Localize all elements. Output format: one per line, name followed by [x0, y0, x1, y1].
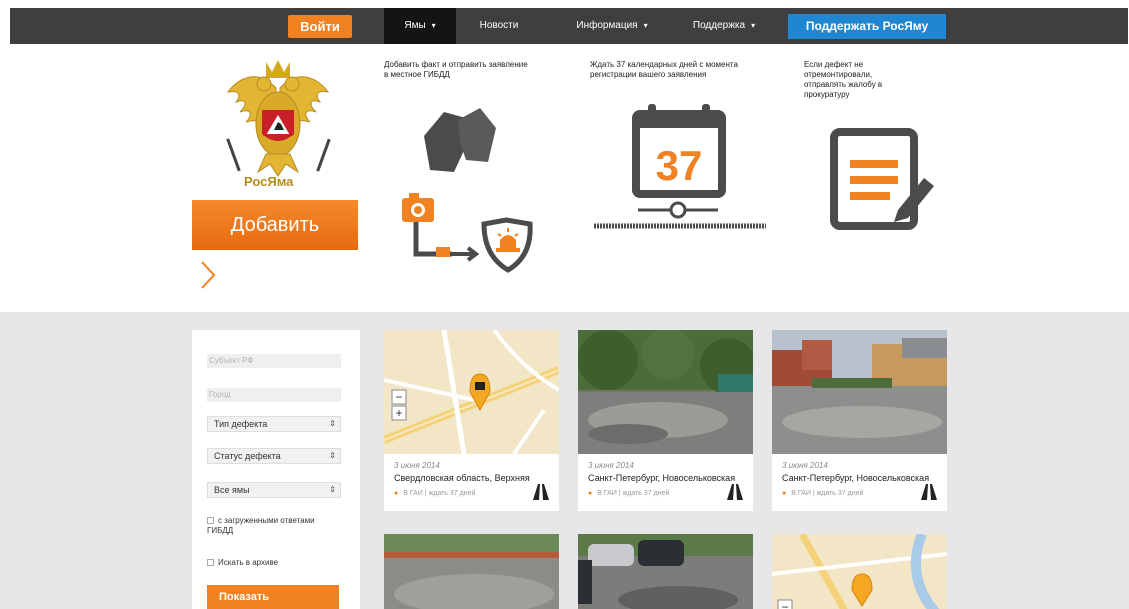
- map-thumbnail[interactable]: −: [772, 534, 947, 609]
- status-dot-icon: ●: [394, 490, 399, 497]
- defect-card[interactable]: 3 июня 2014 Санкт-Петербург, Новосельков…: [578, 330, 753, 511]
- city-input[interactable]: Город: [207, 388, 341, 402]
- chevron-down-icon: ▾: [431, 21, 436, 30]
- nav-news-label: Новости: [479, 20, 519, 31]
- nav-pits-label: Ямы: [404, 20, 426, 31]
- with-answers-label: с загруженными ответами ГИБДД: [207, 516, 315, 535]
- calendar-icon: 37: [594, 104, 766, 229]
- step-1-text: Добавить факт и отправить заявление в ме…: [384, 60, 528, 79]
- pits-label: Все ямы: [214, 485, 250, 495]
- step-2-text: Ждать 37 календарных дней с момента реги…: [590, 60, 738, 79]
- map-thumbnail[interactable]: − +: [384, 330, 559, 454]
- defect-status-select[interactable]: Статус дефекта ⇕: [207, 448, 341, 464]
- select-arrow-icon: ⇕: [329, 451, 336, 460]
- region-input[interactable]: Субъект РФ: [207, 354, 341, 368]
- status-dot-icon: ●: [588, 490, 593, 497]
- card-authority: В ГАИ: [791, 490, 811, 497]
- road-icon: [921, 484, 937, 500]
- results-area: Субъект РФ Город Тип дефекта ⇕ Статус деф…: [0, 312, 1129, 609]
- card-date: 3 июня 2014: [588, 461, 634, 470]
- card-address[interactable]: Свердловская область, Верхняя: [394, 473, 542, 483]
- card-address[interactable]: Санкт-Петербург, Новосельковская: [782, 473, 930, 483]
- document-complaint-icon: [830, 128, 934, 230]
- card-status: ждать 37 дней: [622, 490, 670, 497]
- nav-support[interactable]: Поддержка ▾: [674, 8, 774, 44]
- road-icon: [533, 484, 549, 500]
- defect-card[interactable]: − + 3 июня 2014 Свердловская область, Ве…: [384, 330, 559, 511]
- checkbox-icon[interactable]: [207, 517, 214, 524]
- nav-pits[interactable]: Ямы ▾: [384, 8, 456, 44]
- card-status: ждать 37 дней: [428, 490, 476, 497]
- photo-thumbnail[interactable]: [772, 330, 947, 454]
- show-button[interactable]: Показать: [207, 585, 339, 609]
- with-answers-checkbox[interactable]: с загруженными ответами ГИБДД: [207, 516, 317, 536]
- card-date: 3 июня 2014: [782, 461, 828, 470]
- card-address[interactable]: Санкт-Петербург, Новосельковская: [588, 473, 736, 483]
- hero-section: РосЯма Добавить Добавить факт и отправит…: [0, 44, 1129, 312]
- svg-text:−: −: [781, 600, 788, 609]
- select-arrow-icon: ⇕: [329, 485, 336, 494]
- select-arrow-icon: ⇕: [329, 419, 336, 428]
- defect-status-label: Статус дефекта: [214, 451, 281, 461]
- donate-button[interactable]: Поддержать РосЯму: [788, 14, 946, 39]
- add-defect-button[interactable]: Добавить: [192, 200, 358, 250]
- card-meta: ● В ГАИ | ждать 37 дней: [588, 490, 670, 497]
- photo-thumbnail[interactable]: [578, 330, 753, 454]
- chevron-down-icon: ▾: [751, 21, 756, 30]
- defect-type-select[interactable]: Тип дефекта ⇕: [207, 416, 341, 432]
- card-date: 3 июня 2014: [394, 461, 440, 470]
- logo-text: РосЯма: [244, 174, 294, 189]
- nav-info-label: Информация: [576, 20, 638, 31]
- road-icon: [727, 484, 743, 500]
- checkbox-icon[interactable]: [207, 559, 214, 566]
- filter-panel: Субъект РФ Город Тип дефекта ⇕ Статус деф…: [192, 330, 360, 609]
- calendar-number: 37: [656, 142, 703, 189]
- photo-thumbnail[interactable]: [578, 534, 753, 609]
- chevron-down-icon: ▾: [643, 21, 648, 30]
- card-authority: В ГАИ: [597, 490, 617, 497]
- defect-type-label: Тип дефекта: [214, 419, 268, 429]
- svg-text:+: +: [395, 406, 402, 420]
- card-meta: ● В ГАИ | ждать 37 дней: [782, 490, 864, 497]
- archive-label: Искать в архиве: [218, 558, 279, 567]
- card-status: ждать 37 дней: [816, 490, 864, 497]
- login-button[interactable]: Войти: [288, 15, 352, 38]
- photo-thumbnail[interactable]: [384, 534, 559, 609]
- nav-info[interactable]: Информация ▾: [558, 8, 666, 44]
- nav-news[interactable]: Новости: [456, 8, 542, 44]
- defect-card[interactable]: 3 июня 2014 Санкт-Петербург, Новосельков…: [772, 330, 947, 511]
- card-meta: ● В ГАИ | ждать 37 дней: [394, 490, 476, 497]
- pits-select[interactable]: Все ямы ⇕: [207, 482, 341, 498]
- status-dot-icon: ●: [782, 490, 787, 497]
- archive-checkbox[interactable]: Искать в архиве: [207, 558, 278, 568]
- rocks-camera-police-icon: [402, 108, 533, 273]
- svg-text:−: −: [395, 390, 402, 404]
- nav-support-label: Поддержка: [692, 20, 746, 31]
- card-authority: В ГАИ: [403, 490, 423, 497]
- top-bar: Войти Ямы ▾ Новости Информация ▾ Поддержка…: [10, 8, 1128, 44]
- step-3-text: Если дефект не отремонтировали, отправля…: [804, 60, 883, 99]
- chevron-right-icon[interactable]: [198, 258, 220, 292]
